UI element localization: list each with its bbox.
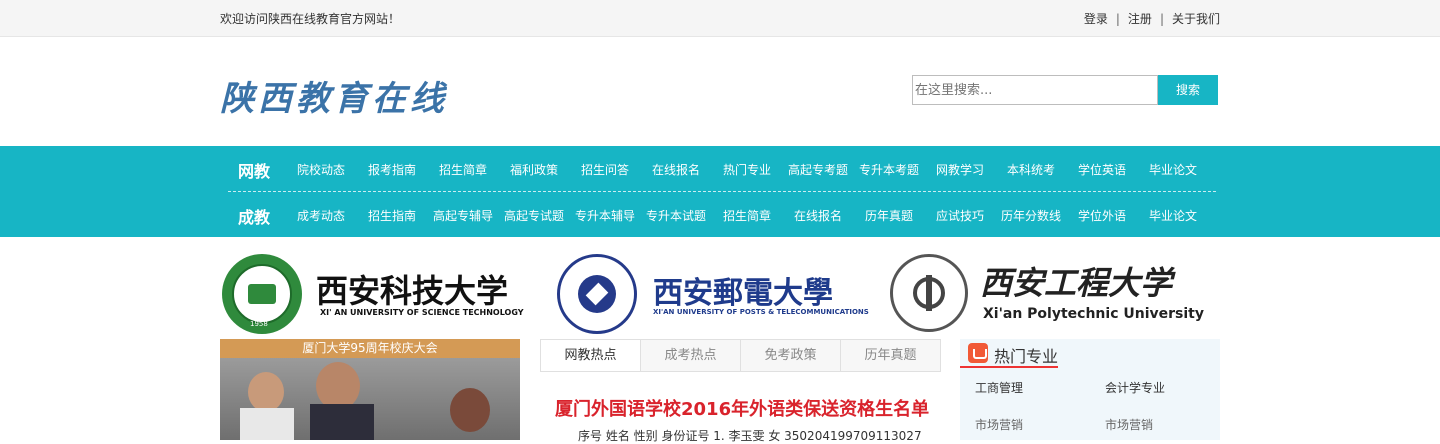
major-link[interactable]: 市场营销 [975,416,1023,433]
nav-item[interactable]: 高起专辅导 [433,207,493,224]
nav-item[interactable]: 高起专考题 [788,161,848,178]
nav-item[interactable]: 院校动态 [297,161,345,178]
university-name-cn: 西安郵電大學 [653,276,833,311]
tab-online-news[interactable]: 网教热点 [541,340,641,371]
photo-caption: 厦门大学95周年校庆大会 [220,339,520,358]
major-link[interactable]: 工商管理 [975,379,1023,396]
nav-item[interactable]: 成考动态 [297,207,345,224]
search-box: 搜索 [912,75,1218,105]
nav-item[interactable]: 毕业论文 [1149,207,1197,224]
search-input[interactable] [912,75,1158,105]
hot-majors-title: 热门专业 [994,347,1059,366]
top-links: 登录 | 注册 | 关于我们 [1084,10,1220,27]
major-link[interactable]: 市场营销 [1105,416,1153,433]
university-logo-xust[interactable]: 1958 西安科技大学 XI' AN UNIVERSITY OF SCIENCE… [220,250,555,336]
tab-exemption-policy[interactable]: 免考政策 [741,340,841,371]
about-link[interactable]: 关于我们 [1172,10,1220,27]
nav-item[interactable]: 招生指南 [368,207,416,224]
university-name-cn: 西安科技大学 [316,272,509,310]
nav-category-adult[interactable]: 成教 [238,204,270,228]
nav-item[interactable]: 在线报名 [652,161,700,178]
nav-item[interactable]: 报考指南 [368,161,416,178]
nav-item[interactable]: 福利政策 [510,161,558,178]
hot-majors-panel: 热门专业 工商管理 会计学专业 市场营销 市场营销 [960,339,1220,440]
major-link[interactable]: 会计学专业 [1105,379,1165,396]
nav-item[interactable]: 毕业论文 [1149,161,1197,178]
nav-row-adult: 成教 成考动态 招生指南 高起专辅导 高起专试题 专升本辅导 专升本试题 招生简… [220,192,1220,237]
site-logo[interactable]: 陕西教育在线 [220,71,448,120]
news-headline[interactable]: 厦门外国语学校2016年外语类保送资格生名单 [555,395,929,421]
nav-item[interactable]: 应试技巧 [936,207,984,224]
university-logo-xupt[interactable]: 西安郵電大學 XI'AN UNIVERSITY OF POSTS & TELEC… [555,250,885,336]
search-button[interactable]: 搜索 [1158,75,1218,105]
nav-item[interactable]: 招生问答 [581,161,629,178]
nav-category-online[interactable]: 网教 [238,158,270,182]
seal-icon [557,254,637,334]
nav-item[interactable]: 在线报名 [794,207,842,224]
header: 陕西教育在线 搜索 [0,37,1440,145]
tab-past-exams[interactable]: 历年真题 [841,340,940,371]
nav-item[interactable]: 热门专业 [723,161,771,178]
nav-item[interactable]: 学位英语 [1078,161,1126,178]
news-tabs: 网教热点 成考热点 免考政策 历年真题 [540,339,941,372]
university-name-en: Xi'an Polytechnic University [983,306,1204,322]
photo-image [220,358,520,440]
nav-item[interactable]: 网教学习 [936,161,984,178]
nav-item[interactable]: 本科统考 [1007,161,1055,178]
bag-icon [968,343,988,363]
nav-item[interactable]: 高起专试题 [504,207,564,224]
nav-item[interactable]: 历年真题 [865,207,913,224]
nav-item[interactable]: 招生简章 [439,161,487,178]
university-logo-xpu[interactable]: 西安工程大学 Xi'an Polytechnic University [888,250,1204,336]
nav-item[interactable]: 学位外语 [1078,207,1126,224]
divider: | [1115,12,1120,26]
seal-icon [890,254,968,332]
university-name-en: XI' AN UNIVERSITY OF SCIENCE TECHNOLOGY [320,308,524,317]
nav-item[interactable]: 专升本试题 [646,207,706,224]
nav-item[interactable]: 专升本考题 [859,161,919,178]
nav-item[interactable]: 招生简章 [723,207,771,224]
feature-photo[interactable]: 厦门大学95周年校庆大会 [220,339,520,440]
university-name-en: XI'AN UNIVERSITY OF POSTS & TELECOMMUNIC… [653,308,869,316]
nav-item[interactable]: 历年分数线 [1001,207,1061,224]
seal-icon: 1958 [222,254,302,334]
title-underline [960,366,1058,368]
university-logos: 1958 西安科技大学 XI' AN UNIVERSITY OF SCIENCE… [220,250,1204,336]
news-snippet: 序号 姓名 性别 身份证号 1. 李玉雯 女 35020419970911302… [578,429,922,443]
divider: | [1159,12,1164,26]
seal-year: 1958 [250,320,268,328]
university-name-cn: 西安工程大学 [980,264,1173,302]
register-link[interactable]: 注册 [1128,10,1152,27]
tab-adult-news[interactable]: 成考热点 [641,340,741,371]
login-link[interactable]: 登录 [1084,10,1108,27]
main-nav: 网教 院校动态 报考指南 招生简章 福利政策 招生问答 在线报名 热门专业 高起… [0,146,1440,237]
top-bar: 欢迎访问陕西在线教育官方网站！ 登录 | 注册 | 关于我们 [0,0,1440,37]
nav-row-online: 网教 院校动态 报考指南 招生简章 福利政策 招生问答 在线报名 热门专业 高起… [220,146,1220,191]
welcome-text: 欢迎访问陕西在线教育官方网站！ [220,12,401,26]
nav-item[interactable]: 专升本辅导 [575,207,635,224]
